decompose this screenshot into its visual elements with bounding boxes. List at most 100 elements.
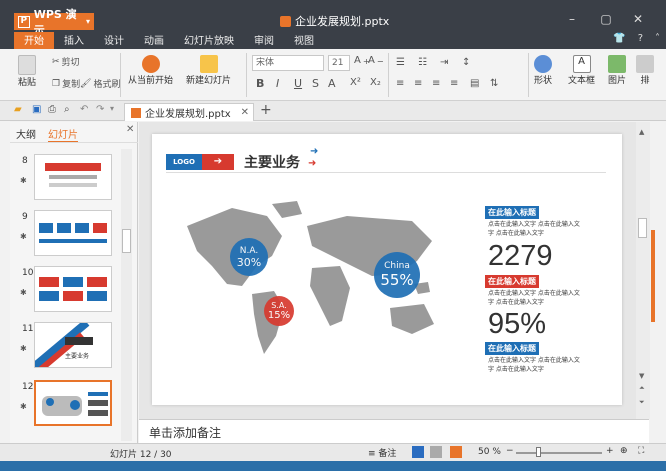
indent-button[interactable]: ⇥ <box>440 57 448 68</box>
document-tab[interactable]: 企业发展规划.pptx ✕ <box>124 103 254 121</box>
copy-label: 复制 <box>62 80 81 90</box>
text-direction-button[interactable]: ⇅ <box>490 78 498 89</box>
tab-outline[interactable]: 大纲 <box>16 126 36 141</box>
format-painter-label: 格式刷 <box>93 80 121 90</box>
normal-view-icon[interactable] <box>412 446 424 458</box>
textbox-icon: A <box>572 55 591 73</box>
skin-icon[interactable]: 👕 <box>613 33 625 44</box>
play-icon <box>141 55 160 73</box>
animation-star-icon: ✱ <box>20 402 27 411</box>
font-name-select[interactable]: 宋体 <box>252 55 324 71</box>
china-bubble: China 55% <box>374 252 420 298</box>
slide-thumbnail-11[interactable]: 主要业务 <box>34 322 112 368</box>
menu-tab-slideshow[interactable]: 幻灯片放映 <box>174 32 244 49</box>
new-slide-button[interactable]: 新建幻灯片 <box>186 55 231 86</box>
arrange-button[interactable]: 排 <box>636 55 654 86</box>
notes-pane[interactable]: 单击添加备注 <box>139 419 649 443</box>
australia-shape <box>390 304 434 334</box>
textbox-button[interactable]: A 文本框 <box>568 55 595 86</box>
quick-access-dropdown-icon[interactable]: ▾ <box>110 104 114 113</box>
preview-icon[interactable]: ⌕ <box>64 104 70 115</box>
slide-number: 11 <box>22 324 34 334</box>
slide-sorter-icon[interactable] <box>430 446 442 458</box>
distribute-button[interactable]: ▤ <box>470 78 479 89</box>
menu-tab-design[interactable]: 设计 <box>94 32 134 49</box>
underline-button[interactable]: U <box>294 77 302 90</box>
font-color-button[interactable]: A <box>328 77 336 90</box>
text-block-3[interactable]: 点击在此输入文字 点击在此输入文字 点击在此输入文字 <box>488 356 580 374</box>
align-center-button[interactable]: ≡ <box>414 78 422 89</box>
notes-toggle[interactable]: ≡ 备注 <box>368 446 396 459</box>
menu-tab-insert[interactable]: 插入 <box>54 32 94 49</box>
slide-title: 主要业务 <box>244 155 300 171</box>
superscript-button[interactable]: X² <box>350 77 361 88</box>
shape-button[interactable]: 形状 <box>534 55 552 86</box>
menu-tab-animation[interactable]: 动画 <box>134 32 174 49</box>
slides-panel: 大纲 幻灯片 ✕ 8 ✱ 9 ✱ 10 ✱ 11 ✱ 主要业务 12 ✱ <box>10 122 138 443</box>
slideshow-icon[interactable] <box>450 446 462 458</box>
menu-right-icons: 👕 ? ˄ <box>613 33 660 44</box>
undo-icon[interactable]: ↶ <box>80 104 88 115</box>
menu-tab-review[interactable]: 审阅 <box>244 32 284 49</box>
slide-canvas[interactable]: LOGO ➔ 主要业务 ➜ ➜ N.A. 30% S.A. 15% China … <box>152 134 622 405</box>
wps-app-menu-button[interactable]: P WPS 演示 ▾ <box>14 8 94 37</box>
title-label-3[interactable]: 在此输入标题 <box>485 342 539 355</box>
side-panel-toggle[interactable] <box>651 230 655 322</box>
open-folder-icon[interactable]: ▰ <box>14 104 22 115</box>
picture-button[interactable]: 图片 <box>608 55 626 86</box>
format-painter-button[interactable]: 🖌 格式刷 <box>80 77 121 91</box>
collapse-ribbon-icon[interactable]: ˄ <box>655 33 660 44</box>
big-number-1[interactable]: 2279 <box>488 240 553 273</box>
menu-tab-home[interactable]: 开始 <box>14 32 54 49</box>
subscript-button[interactable]: X₂ <box>370 77 381 88</box>
cut-button[interactable]: ✂ 剪切 <box>52 55 80 69</box>
italic-button[interactable]: I <box>276 77 279 90</box>
document-tab-bar: ▰ ▣ ⎙ ⌕ ↶ ↷ ▾ 企业发展规划.pptx ✕ + <box>0 101 666 121</box>
font-shrink-button[interactable]: A − <box>368 55 384 66</box>
close-panel-icon[interactable]: ✕ <box>126 124 134 135</box>
minimize-button[interactable]: – <box>562 12 582 26</box>
shadow-button[interactable]: S <box>312 77 319 90</box>
arrow-right-icon: ➔ <box>202 154 234 170</box>
fit-window-icon[interactable]: ⊕ <box>620 446 628 456</box>
slide-thumbnail-10[interactable] <box>34 266 112 312</box>
align-right-button[interactable]: ≡ <box>432 78 440 89</box>
text-block-2[interactable]: 点击在此输入文字 点击在此输入文字 点击在此输入文字 <box>488 289 580 307</box>
restore-button[interactable]: ▢ <box>596 12 616 26</box>
paste-button[interactable]: 粘贴 <box>18 55 36 88</box>
numbering-button[interactable]: ☷ <box>418 57 427 68</box>
slide-thumbnail-12[interactable] <box>34 380 112 426</box>
zoom-slider[interactable] <box>516 452 602 454</box>
slide-thumbnail-9[interactable] <box>34 210 112 256</box>
slide-thumbnail-8[interactable] <box>34 154 112 200</box>
justify-button[interactable]: ≡ <box>450 78 458 89</box>
close-button[interactable]: ✕ <box>628 12 648 26</box>
redo-icon[interactable]: ↷ <box>96 104 104 115</box>
fullscreen-icon[interactable]: ⛶ <box>638 446 644 456</box>
zoom-slider-handle[interactable] <box>536 447 541 457</box>
canvas-scrollbar[interactable]: ▲ ▼ ⏶ ⏷ <box>636 122 650 419</box>
text-block-1[interactable]: 点击在此输入文字 点击在此输入文字 点击在此输入文字 <box>488 220 580 238</box>
zoom-out-icon[interactable]: − <box>506 446 514 456</box>
print-icon[interactable]: ⎙ <box>48 104 56 115</box>
copy-button[interactable]: ❐ 复制 <box>52 77 81 91</box>
bold-button[interactable]: B <box>256 77 264 90</box>
help-icon[interactable]: ? <box>638 33 643 44</box>
title-label-2[interactable]: 在此输入标题 <box>485 275 539 288</box>
new-tab-icon[interactable]: + <box>260 102 272 118</box>
font-size-select[interactable]: 21 <box>328 55 350 71</box>
zoom-in-icon[interactable]: + <box>606 446 614 456</box>
tab-slides[interactable]: 幻灯片 <box>48 126 78 143</box>
bullets-button[interactable]: ☰ <box>396 57 405 68</box>
slides-panel-scrollbar[interactable] <box>121 149 132 441</box>
textbox-label: 文本框 <box>568 76 596 86</box>
save-icon[interactable]: ▣ <box>32 104 41 115</box>
title-label-1[interactable]: 在此输入标题 <box>485 206 539 219</box>
align-left-button[interactable]: ≡ <box>396 78 404 89</box>
big-number-2[interactable]: 95% <box>488 308 546 341</box>
line-spacing-button[interactable]: ↕ <box>462 57 470 68</box>
menu-bar: 开始 插入 设计 动画 幻灯片放映 审阅 视图 <box>0 32 666 49</box>
menu-tab-view[interactable]: 视图 <box>284 32 324 49</box>
play-from-current-button[interactable]: 从当前开始 <box>128 55 173 86</box>
close-tab-icon[interactable]: ✕ <box>241 107 249 118</box>
